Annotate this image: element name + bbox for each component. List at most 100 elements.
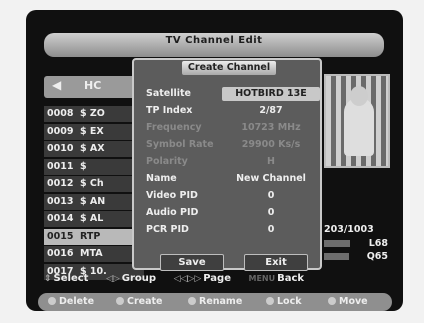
lock-key-label: Lock	[277, 296, 302, 307]
channel-name: $ ZO	[80, 108, 105, 119]
signal-level-bar	[324, 240, 350, 247]
channel-name: RTP	[80, 230, 101, 242]
tv-screen: TV Channel Edit ◀ HC 0008 $ ZO 0009 $ EX 0…	[26, 10, 403, 311]
field-label: Symbol Rate	[146, 139, 214, 150]
exit-button[interactable]: Exit	[244, 254, 308, 271]
group-hint-label: Group	[121, 273, 157, 284]
move-key-label: Move	[339, 296, 368, 307]
select-hint: ⇕ Select	[44, 273, 95, 284]
rename-key[interactable]: Rename	[188, 296, 242, 307]
channel-row[interactable]: 0009 $ EX	[44, 123, 144, 140]
field-pcr-pid[interactable]: PCR PID 0	[142, 223, 318, 237]
channel-number: 0008	[47, 108, 74, 119]
channel-row[interactable]: 0008 $ ZO	[44, 106, 144, 122]
channel-row[interactable]: 0010 $ AX	[44, 141, 144, 157]
lock-key[interactable]: Lock	[266, 296, 302, 307]
channel-number: 0010	[47, 143, 74, 154]
signal-quality-bar	[324, 253, 349, 260]
channel-row[interactable]: 0012 $ Ch	[44, 176, 144, 192]
channel-group-header[interactable]: ◀ HC	[44, 76, 141, 98]
channel-name: $ AX	[80, 143, 105, 154]
channel-number: 0015	[47, 230, 74, 242]
channel-list: 0008 $ ZO 0009 $ EX 0010 $ AX 0011 $ 0012 $ C…	[44, 106, 144, 281]
left-arrow-icon[interactable]: ◀	[52, 78, 61, 92]
preview-person-head	[350, 86, 368, 106]
page-icon: ◁◁▷▷	[173, 274, 202, 284]
video-preview	[324, 74, 390, 168]
screen-frame: TV Channel Edit ◀ HC 0008 $ ZO 0009 $ EX 0…	[0, 0, 424, 323]
field-video-pid[interactable]: Video PID 0	[142, 189, 318, 203]
field-value: H	[267, 156, 275, 167]
create-key-label: Create	[127, 296, 163, 307]
create-key[interactable]: Create	[116, 296, 163, 307]
updown-icon: ⇕	[44, 274, 52, 284]
field-audio-pid[interactable]: Audio PID 0	[142, 206, 318, 220]
channel-row[interactable]: 0013 $ AN	[44, 193, 144, 210]
field-label: Name	[146, 173, 177, 184]
signal-info: 203/1003 L68 Q65	[324, 224, 388, 262]
channel-counter: 203/1003	[324, 224, 374, 235]
field-polarity: Polarity H	[142, 155, 318, 169]
back-hint: MENU Back	[248, 273, 311, 284]
field-label: TP Index	[146, 105, 193, 116]
group-hint: ◁▷ Group	[106, 273, 163, 284]
page-hint: ◁◁▷▷ Page	[174, 273, 238, 284]
menu-key-icon: MENU	[248, 274, 276, 283]
red-key-icon	[48, 297, 56, 305]
field-label: Satellite	[146, 88, 191, 99]
channel-number: 0016	[47, 248, 74, 259]
channel-name: $	[80, 160, 87, 172]
field-label: Video PID	[146, 190, 198, 201]
white-key-icon	[328, 297, 336, 305]
field-value[interactable]: 0	[222, 207, 320, 218]
field-value[interactable]: 2/87	[222, 105, 320, 116]
channel-number: 0009	[47, 125, 74, 137]
dialog-title: Create Channel	[182, 61, 276, 75]
field-tp-index[interactable]: TP Index 2/87	[142, 104, 318, 118]
back-hint-label: Back	[277, 273, 305, 284]
title-bar: TV Channel Edit	[44, 33, 384, 57]
delete-key-label: Delete	[59, 296, 95, 307]
field-label: PCR PID	[146, 224, 189, 235]
move-key[interactable]: Move	[328, 296, 368, 307]
channel-name: $ Ch	[80, 178, 104, 189]
field-label: Frequency	[146, 122, 202, 133]
field-satellite[interactable]: Satellite HOTBIRD 13E	[142, 87, 320, 101]
field-value[interactable]: HOTBIRD 13E	[222, 87, 320, 101]
green-key-icon	[116, 297, 124, 305]
field-label: Audio PID	[146, 207, 199, 218]
page-hint-label: Page	[203, 273, 231, 284]
channel-number: 0013	[47, 195, 74, 207]
color-key-bar: Delete Create Rename Lock Move	[38, 293, 392, 311]
field-value[interactable]: 0	[222, 190, 320, 201]
field-value: 10723 MHz	[241, 122, 301, 133]
group-label: HC	[84, 79, 102, 92]
save-button[interactable]: Save	[160, 254, 224, 271]
channel-number: 0014	[47, 213, 74, 224]
field-symbol-rate: Symbol Rate 29900 Ks/s	[142, 138, 318, 152]
channel-row[interactable]: 0014 $ AL	[44, 211, 144, 227]
select-hint-label: Select	[53, 273, 89, 284]
field-label: Polarity	[146, 156, 188, 167]
field-value: 29900 Ks/s	[241, 139, 301, 150]
channel-row[interactable]: 0016 MTA	[44, 246, 144, 262]
yellow-key-icon	[188, 297, 196, 305]
preview-person	[344, 98, 374, 156]
blue-key-icon	[266, 297, 274, 305]
channel-name: MTA	[80, 248, 103, 259]
rename-key-label: Rename	[199, 296, 243, 307]
channel-number: 0011	[47, 160, 74, 172]
field-value[interactable]: New Channel	[222, 173, 320, 184]
channel-number: 0012	[47, 178, 74, 189]
field-name[interactable]: Name New Channel	[142, 172, 318, 186]
navigation-hints: ⇕ Select ◁▷ Group ◁◁▷▷ Page MENU Back	[44, 273, 386, 284]
signal-quality: Q65	[324, 251, 388, 262]
field-value[interactable]: 0	[222, 224, 320, 235]
leftright-icon: ◁▷	[105, 274, 120, 284]
channel-name: $ AN	[80, 195, 106, 207]
signal-level: L68	[324, 238, 388, 249]
channel-row[interactable]: 0011 $	[44, 158, 144, 175]
delete-key[interactable]: Delete	[48, 296, 94, 307]
signal-level-label: L68	[368, 238, 388, 249]
channel-row-selected[interactable]: 0015 RTP	[44, 228, 144, 245]
